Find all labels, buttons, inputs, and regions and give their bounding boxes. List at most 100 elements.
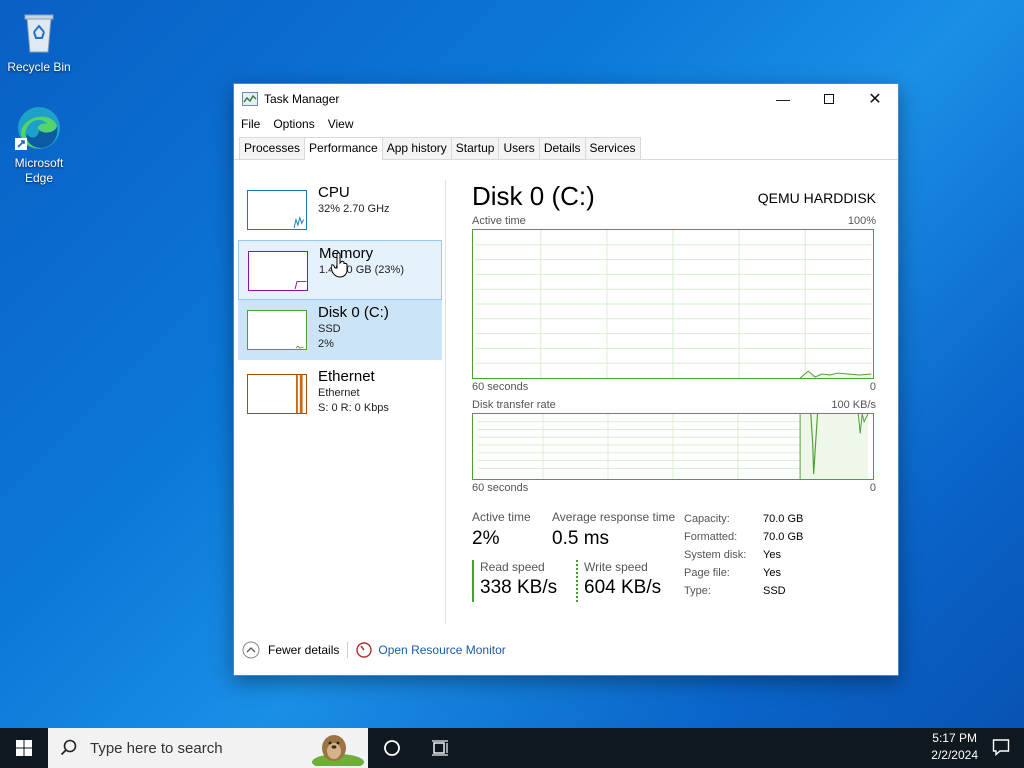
- cortana-circle-icon: [384, 740, 400, 756]
- disk-properties: Capacity: 70.0 GB Formatted: 70.0 GB Syste…: [684, 510, 803, 600]
- open-resource-monitor-link[interactable]: Open Resource Monitor: [356, 642, 506, 658]
- memory-thumbnail-graph: [248, 251, 308, 291]
- edge-icon: [15, 104, 63, 152]
- prop-value: 70.0 GB: [763, 531, 804, 543]
- fewer-details-button[interactable]: Fewer details: [242, 641, 339, 659]
- search-highlight-groundhog-icon: [312, 735, 364, 766]
- window-title: Task Manager: [264, 92, 340, 106]
- graph-label: Active time: [472, 215, 526, 227]
- footer-divider: [347, 642, 349, 658]
- graph-max: 100 KB/s: [831, 399, 876, 411]
- transfer-rate-graph-header: Disk transfer rate 100 KB/s: [472, 399, 876, 411]
- desktop-icon-edge[interactable]: Microsoft Edge: [1, 104, 77, 186]
- chevron-up-icon: [242, 641, 260, 659]
- graph-time: 60 seconds: [472, 381, 529, 393]
- menu-view[interactable]: View: [328, 117, 354, 131]
- search-placeholder: Type here to search: [90, 739, 223, 757]
- resource-ethernet[interactable]: Ethernet Ethernet S: 0 R: 0 Kbps: [238, 360, 442, 426]
- task-manager-window: Task Manager — ✕ File Options View Proce…: [233, 83, 899, 676]
- stat-read-speed: Read speed 338 KB/s: [472, 560, 557, 602]
- resource-name: CPU: [318, 184, 350, 201]
- resource-list: CPU 32% 2.70 GHz Memory 1.4/4.0 GB (23%)…: [238, 180, 442, 426]
- active-time-graph: [472, 229, 874, 379]
- resource-name: Disk 0 (C:): [318, 304, 389, 321]
- desktop-icon-label: Recycle Bin: [7, 60, 71, 74]
- resource-monitor-label: Open Resource Monitor: [378, 643, 506, 657]
- minimize-button[interactable]: —: [760, 84, 806, 114]
- prop-key: Type:: [684, 585, 711, 597]
- prop-value: 70.0 GB: [763, 513, 804, 525]
- tab-strip: Processes Performance App history Startu…: [234, 136, 898, 160]
- resource-detail: 2%: [318, 338, 334, 350]
- stat-label: Active time: [472, 510, 531, 524]
- clock-time: 5:17 PM: [932, 731, 977, 745]
- menu-file[interactable]: File: [241, 117, 260, 131]
- fewer-details-label: Fewer details: [268, 643, 340, 657]
- title-bar[interactable]: Task Manager — ✕: [234, 84, 898, 114]
- stat-avg-response: Average response time 0.5 ms: [552, 510, 675, 551]
- start-button[interactable]: [0, 728, 48, 768]
- close-button[interactable]: ✕: [852, 84, 898, 114]
- prop-row: Type: SSD: [684, 582, 803, 600]
- cpu-thumbnail-graph: [247, 190, 307, 230]
- tab-app-history[interactable]: App history: [381, 137, 452, 159]
- tab-processes[interactable]: Processes: [239, 137, 306, 159]
- notification-icon: [992, 739, 1010, 757]
- clock-date: 2/2/2024: [931, 748, 978, 762]
- minimize-icon: —: [776, 91, 790, 107]
- windows-logo-icon: [16, 740, 32, 756]
- prop-value: Yes: [763, 549, 781, 561]
- prop-row: System disk: Yes: [684, 546, 803, 564]
- tab-services[interactable]: Services: [584, 137, 641, 159]
- window-footer: Fewer details Open Resource Monitor: [242, 641, 506, 659]
- tab-startup[interactable]: Startup: [450, 137, 500, 159]
- active-time-graph-header: Active time 100%: [472, 215, 876, 227]
- graph-time: 60 seconds: [472, 482, 529, 494]
- hand-cursor-icon: [331, 252, 348, 278]
- menu-options[interactable]: Options: [273, 117, 314, 131]
- stat-write-speed: Write speed 604 KB/s: [576, 560, 661, 602]
- prop-value: Yes: [763, 567, 781, 579]
- resource-detail: Ethernet: [318, 387, 360, 399]
- graph-min: 0: [869, 381, 876, 393]
- task-view-icon: [432, 740, 448, 756]
- graph-label: Disk transfer rate: [472, 399, 556, 411]
- panel-divider: [445, 180, 446, 624]
- cortana-button[interactable]: [368, 728, 416, 768]
- disk-detail-panel: Disk 0 (C:) QEMU HARDDISK Active time 10…: [472, 180, 876, 602]
- maximize-button[interactable]: [806, 84, 852, 114]
- tab-details[interactable]: Details: [538, 137, 586, 159]
- menu-bar: File Options View: [234, 114, 898, 134]
- resource-name: Ethernet: [318, 368, 375, 385]
- prop-row: Formatted: 70.0 GB: [684, 528, 803, 546]
- close-icon: ✕: [868, 91, 882, 108]
- stat-value: 0.5 ms: [552, 528, 610, 549]
- stat-active-time: Active time 2%: [472, 510, 531, 551]
- taskbar-clock[interactable]: 5:17 PM 2/2/2024: [931, 730, 978, 764]
- stat-label: Read speed: [480, 560, 545, 574]
- ethernet-thumbnail-graph: [247, 374, 307, 414]
- disk-model: QEMU HARDDISK: [757, 190, 876, 206]
- task-view-button[interactable]: [416, 728, 464, 768]
- prop-row: Page file: Yes: [684, 564, 803, 582]
- prop-key: Capacity:: [684, 513, 730, 525]
- maximize-icon: [824, 94, 834, 104]
- action-center-button[interactable]: [992, 738, 1010, 759]
- stat-label: Write speed: [584, 560, 648, 574]
- desktop-icon-recycle-bin[interactable]: Recycle Bin: [1, 8, 77, 75]
- tab-users[interactable]: Users: [498, 137, 540, 159]
- desktop-icon-label: Microsoft Edge: [14, 156, 64, 185]
- resource-detail: SSD: [318, 323, 341, 335]
- resource-disk[interactable]: Disk 0 (C:) SSD 2%: [238, 300, 442, 360]
- prop-key: System disk:: [684, 549, 747, 561]
- prop-value: SSD: [763, 585, 786, 597]
- transfer-rate-graph-footer: 60 seconds 0: [472, 482, 876, 494]
- disk-thumbnail-graph: [247, 310, 307, 350]
- transfer-rate-graph: [472, 413, 874, 480]
- active-time-graph-footer: 60 seconds 0: [472, 381, 876, 393]
- task-manager-icon: [242, 92, 258, 106]
- resource-cpu[interactable]: CPU 32% 2.70 GHz: [238, 180, 442, 240]
- taskbar-search-box[interactable]: Type here to search: [48, 728, 368, 768]
- stat-value: 604 KB/s: [584, 577, 662, 598]
- tab-performance[interactable]: Performance: [304, 137, 383, 160]
